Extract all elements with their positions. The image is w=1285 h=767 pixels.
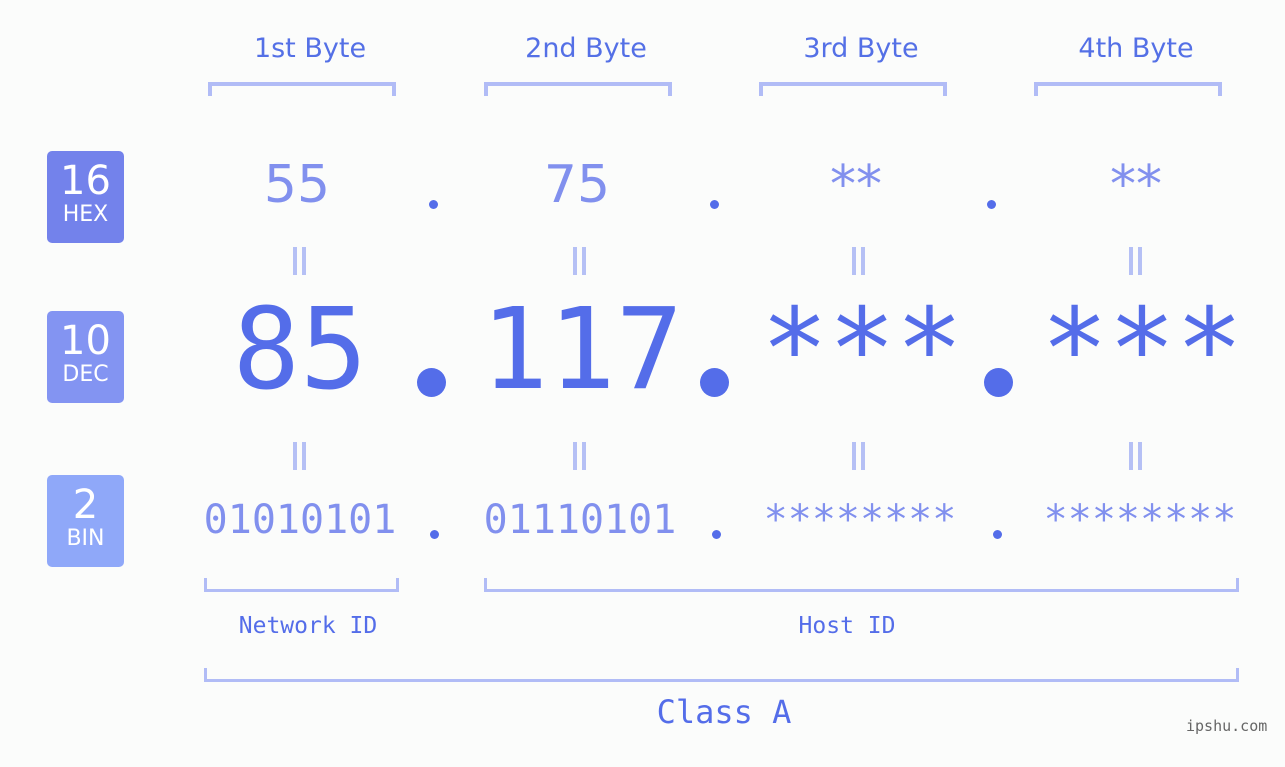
hex-value-3: ** [830,155,882,215]
dec-separator-dot-1 [417,368,446,397]
dec-separator-dot-2 [700,368,729,397]
host-id-label: Host ID [798,613,896,639]
hex-badge-label: HEX [62,202,109,227]
hex-value-4: ** [1110,155,1162,215]
byte-label-3: 3rd Byte [803,33,919,64]
bin-badge: 2 BIN [47,475,124,567]
equals-icon [571,247,587,275]
dec-value-1: 85 [232,285,368,415]
watermark: ipshu.com [1186,717,1268,735]
equals-icon [291,442,307,470]
bin-value-4: ******** [1043,497,1237,543]
hex-separator-dot-3 [987,200,996,209]
equals-icon [1127,442,1143,470]
bin-value-1: 01010101 [203,497,397,543]
dec-value-3: *** [760,285,964,415]
bin-separator-dot-2 [712,530,721,539]
dec-separator-dot-3 [984,368,1013,397]
network-id-bracket [204,578,399,592]
dec-value-4: *** [1040,285,1244,415]
bin-separator-dot-1 [430,530,439,539]
byte-label-2: 2nd Byte [525,33,647,64]
equals-icon [291,247,307,275]
equals-icon [850,442,866,470]
hex-value-2: 75 [543,155,611,215]
byte-label-1: 1st Byte [253,33,367,64]
byte-label-4: 4th Byte [1078,33,1194,64]
dec-value-2: 117 [480,285,684,415]
equals-icon [1127,247,1143,275]
equals-icon [850,247,866,275]
bin-separator-dot-3 [993,530,1002,539]
dec-badge-number: 10 [60,318,111,364]
hex-separator-dot-1 [429,200,438,209]
hex-badge-number: 16 [60,158,111,204]
network-id-label: Network ID [238,613,378,639]
byte-bracket-1 [208,82,396,96]
bin-badge-label: BIN [66,526,105,551]
host-id-bracket [484,578,1239,592]
dec-badge-label: DEC [62,362,109,387]
class-bracket [204,668,1239,682]
bin-value-3: ******** [763,497,957,543]
class-label: Class A [656,693,792,731]
hex-badge: 16 HEX [47,151,124,243]
bin-value-2: 01110101 [483,497,677,543]
dec-badge: 10 DEC [47,311,124,403]
byte-bracket-2 [484,82,672,96]
bin-badge-number: 2 [72,482,99,528]
byte-bracket-3 [759,82,947,96]
equals-icon [571,442,587,470]
hex-value-1: 55 [263,155,331,215]
hex-separator-dot-2 [710,200,719,209]
byte-bracket-4 [1034,82,1222,96]
